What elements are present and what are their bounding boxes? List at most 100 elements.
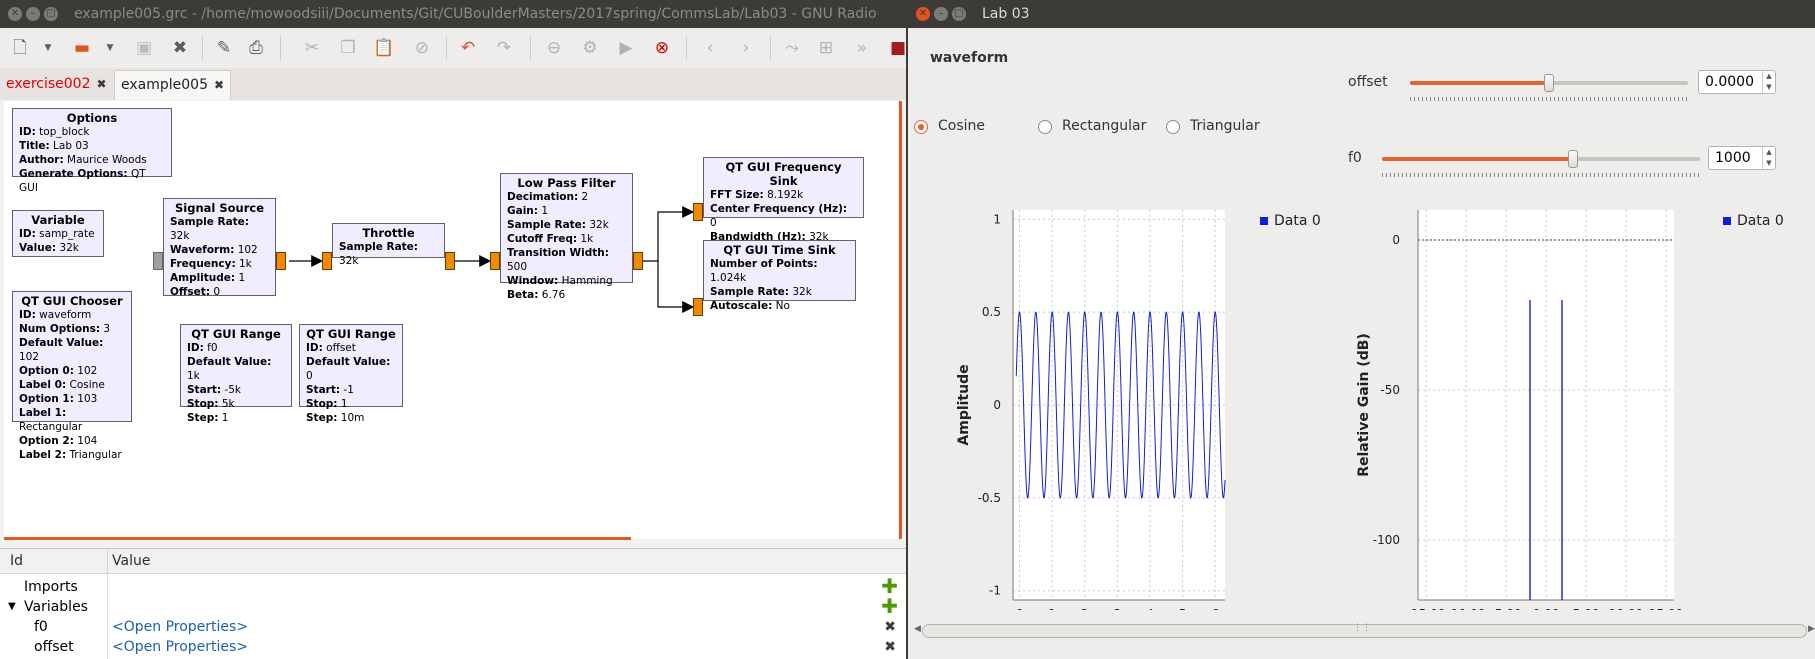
f0-slider-track[interactable] [1382, 157, 1700, 161]
f0-slider-handle[interactable] [1567, 150, 1578, 168]
print-icon[interactable]: ⎙ [244, 36, 268, 60]
param-value: 102 [73, 365, 98, 377]
execute-icon[interactable]: ▶ [614, 36, 638, 60]
fast-forward-icon[interactable]: » [850, 36, 874, 60]
scroll-right-icon[interactable]: ▶ [1808, 624, 1815, 634]
copy-icon[interactable]: ❐ [336, 36, 360, 60]
column-header-id[interactable]: Id [10, 553, 23, 569]
param-value: 1 [218, 412, 229, 424]
qt-gui-chooser-block[interactable]: QT GUI Chooser ID: waveform Num Options: … [12, 291, 132, 461]
block-params: ID: f0 Default Value: 1k Start: -5k Stop: 5… [187, 341, 285, 425]
param-value: -5k [221, 384, 241, 396]
lpf-input-port[interactable] [490, 252, 500, 270]
spin-arrows-icon[interactable]: ▲ ▼ [1762, 147, 1775, 169]
time-sink-input-port[interactable] [693, 298, 703, 316]
radio-label[interactable]: Cosine [938, 118, 985, 134]
qt-gui-frequency-sink-block[interactable]: QT GUI Frequency Sink FFT Size: 8.192k Ce… [703, 157, 864, 243]
open-dropdown-icon[interactable]: ▼ [98, 36, 122, 60]
radio-rectangular[interactable] [1038, 120, 1052, 134]
offset-spinbox[interactable]: 0.0000 ▲ ▼ [1698, 70, 1776, 94]
radio-triangular[interactable] [1166, 120, 1180, 134]
close-file-icon[interactable]: ✖ [168, 36, 192, 60]
signal-source-block[interactable]: Signal Source Sample Rate: 32k Waveform: … [163, 198, 276, 298]
param-value: 102 [19, 351, 40, 363]
offset-slider-handle[interactable] [1544, 74, 1554, 92]
kill-icon[interactable]: ⊗ [650, 36, 674, 60]
flowgraph-canvas[interactable]: Options ID: top_block Title: Lab 03 Author… [4, 101, 902, 539]
throttle-input-port[interactable] [322, 252, 332, 270]
rotate-left-icon[interactable]: ‹ [698, 36, 722, 60]
delete-icon[interactable]: ⊘ [410, 36, 434, 60]
low-pass-filter-block[interactable]: Low Pass Filter Decimation: 2 Gain: 1 Samp… [500, 173, 633, 301]
param-value: 6.76 [538, 289, 566, 301]
freq-sink-input-port[interactable] [693, 203, 703, 221]
param-key: Sample Rate: [170, 216, 249, 228]
tab-exercise002[interactable]: exercise002 ✖ [0, 70, 113, 99]
minimize-window-icon[interactable]: – [26, 7, 40, 21]
open-folder-icon[interactable]: ▬ [70, 36, 94, 60]
variable-row[interactable]: ▼ Variables ✚ [0, 596, 906, 618]
close-window-icon[interactable]: ✕ [8, 7, 22, 21]
variable-row[interactable]: Imports ✚ [0, 576, 906, 598]
open-properties-link[interactable]: <Open Properties> [112, 636, 248, 658]
paste-icon[interactable]: 📋 [372, 36, 396, 60]
expander-icon[interactable]: ▼ [8, 596, 16, 618]
lpf-output-port[interactable] [633, 252, 643, 270]
frequency-sink-plot[interactable]: -15.00-10.00 -5.00 0.00 5.00 10.00 15.00 0 -50 -… [1338, 200, 1778, 610]
param-value: 1k [235, 258, 252, 270]
edit-pencil-icon[interactable]: ✎ [212, 36, 236, 60]
find-block-icon[interactable]: ■ [886, 36, 906, 60]
save-icon[interactable]: ▣ [132, 36, 156, 60]
param-key: Step: [306, 412, 338, 424]
remove-icon[interactable]: ✖ [884, 636, 896, 658]
radio-label[interactable]: Rectangular [1062, 118, 1146, 134]
spin-arrows-icon[interactable]: ▲ ▼ [1762, 71, 1775, 93]
scroll-left-icon[interactable]: ◀ [914, 624, 921, 634]
close-window-icon[interactable]: ✕ [916, 7, 930, 21]
new-file-icon[interactable]: 🗋 [8, 36, 32, 60]
f0-spinbox[interactable]: 1000 ▲ ▼ [1708, 146, 1776, 170]
block-param-row: Title: Lab 03 [19, 139, 165, 153]
column-header-value[interactable]: Value [112, 553, 150, 569]
variable-id: f0 [34, 619, 48, 635]
options-block[interactable]: Options ID: top_block Title: Lab 03 Author… [12, 108, 172, 194]
param-value: Maurice Woods [63, 154, 147, 166]
maximize-window-icon[interactable]: ▢ [44, 7, 58, 21]
variable-block[interactable]: Variable ID: samp_rate Value: 32k [12, 210, 104, 257]
y-axis-title: Relative Gain (dB) [1356, 333, 1372, 477]
qt-gui-time-sink-block[interactable]: QT GUI Time Sink Number of Points: 1.024… [703, 240, 856, 312]
throttle-block[interactable]: Throttle Sample Rate: 32k [332, 223, 445, 267]
signal-source-output-port[interactable] [276, 252, 286, 270]
rotate-right-icon[interactable]: › [734, 36, 758, 60]
disable-block-icon[interactable]: ⊖ [542, 36, 566, 60]
tab-example005[interactable]: example005 ✖ [114, 70, 232, 100]
horizontal-scrollbar[interactable]: ⋮⋮ [922, 623, 1807, 638]
bypass-icon[interactable]: ⤳ [780, 36, 804, 60]
new-dropdown-icon[interactable]: ▼ [36, 36, 60, 60]
qt-gui-range-offset-block[interactable]: QT GUI Range ID: offset Default Value: 0S… [299, 324, 403, 424]
variable-row[interactable]: offset <Open Properties> ✖ [0, 636, 906, 658]
minimize-window-icon[interactable]: – [934, 7, 948, 21]
radio-label[interactable]: Triangular [1190, 118, 1260, 134]
signal-source-input-port[interactable] [153, 252, 163, 270]
generate-icon[interactable]: ⚙ [578, 36, 602, 60]
canvas-scrollbar[interactable] [4, 537, 631, 540]
block-params-icon[interactable]: ⊞ [814, 36, 838, 60]
variable-row[interactable]: f0 <Open Properties> ✖ [0, 616, 906, 638]
cut-icon[interactable]: ✂ [300, 36, 324, 60]
block-param-row: ID: waveform [19, 308, 125, 322]
close-tab-icon[interactable]: ✖ [214, 78, 224, 92]
redo-icon[interactable]: ↷ [492, 36, 516, 60]
open-properties-link[interactable]: <Open Properties> [112, 616, 248, 638]
remove-icon[interactable]: ✖ [884, 616, 896, 638]
time-sink-plot[interactable]: 012345610.50-0.5-1Time (ms)Amplitude [928, 200, 1348, 610]
add-icon[interactable]: ✚ [881, 596, 898, 616]
radio-cosine[interactable] [914, 120, 928, 134]
block-params: ID: waveform Num Options: 3 Default Value:… [19, 308, 125, 462]
add-icon[interactable]: ✚ [881, 576, 898, 596]
throttle-output-port[interactable] [445, 252, 455, 270]
close-tab-icon[interactable]: ✖ [97, 77, 107, 91]
undo-icon[interactable]: ↶ [456, 36, 480, 60]
maximize-window-icon[interactable]: ▢ [952, 7, 966, 21]
qt-gui-range-f0-block[interactable]: QT GUI Range ID: f0 Default Value: 1k Star… [180, 324, 292, 424]
